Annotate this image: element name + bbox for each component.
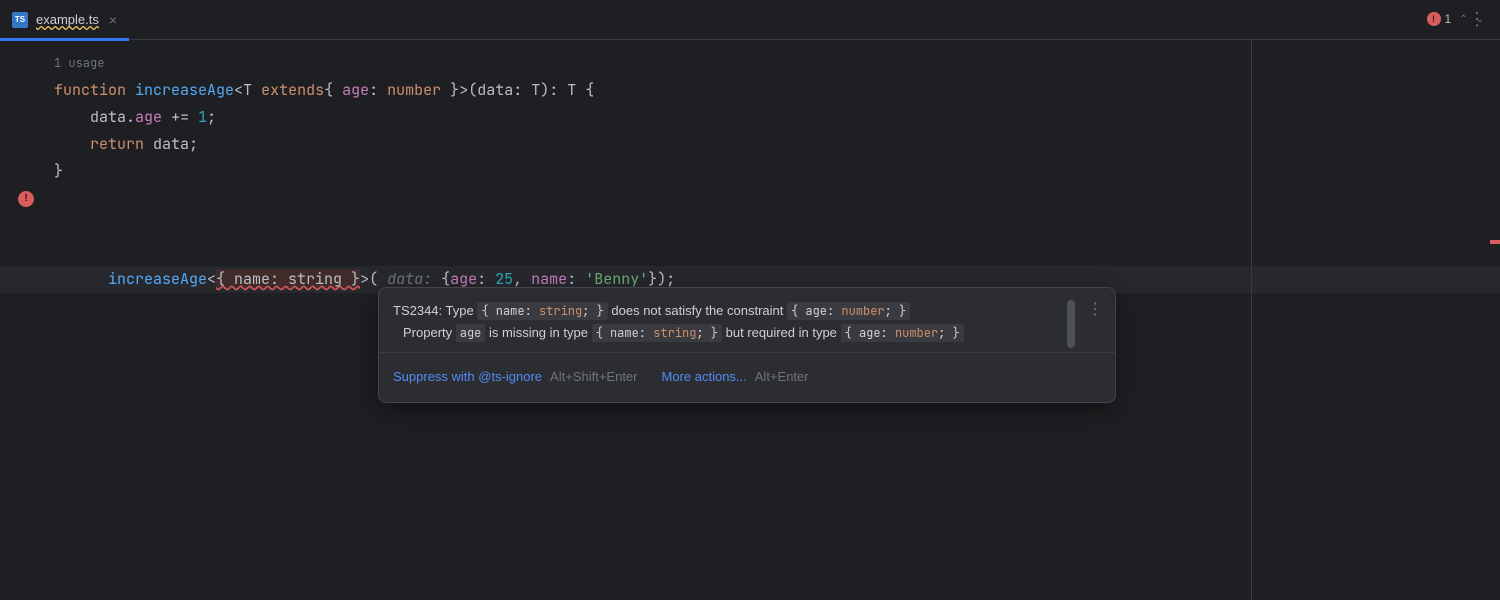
typescript-icon: TS — [12, 12, 28, 28]
more-actions-link[interactable]: More actions... — [662, 363, 747, 390]
tab-example-ts[interactable]: TS example.ts × — [0, 0, 129, 40]
prev-error-icon[interactable]: ⌃ — [1459, 14, 1467, 25]
error-icon: ! — [1427, 12, 1441, 26]
code-line — [52, 185, 1486, 212]
tooltip-scrollbar[interactable] — [1067, 300, 1075, 348]
tab-label: example.ts — [36, 12, 99, 27]
error-stripe-rail — [1486, 40, 1500, 600]
tooltip-body: ⋮ TS2344: Type { name: string; } does no… — [379, 288, 1115, 352]
code-line-error: increaseAge<{ name: string }>( data: {ag… — [52, 212, 1486, 239]
editor: ! 1 usage function increaseAge<T extends… — [0, 40, 1500, 600]
code-line: return data; — [52, 131, 1486, 158]
usage-hint[interactable]: 1 usage — [52, 50, 1486, 77]
code-line: } — [52, 158, 1486, 185]
tooltip-actions: Suppress with @ts-ignore Alt+Shift+Enter… — [379, 352, 1115, 402]
code-line: data.age += 1; — [52, 104, 1486, 131]
inspection-widget[interactable]: ! 1 ⌃ ⌄ — [1427, 12, 1484, 26]
tooltip-menu-icon[interactable]: ⋮ — [1087, 296, 1103, 323]
error-tooltip: ⋮ TS2344: Type { name: string; } does no… — [378, 287, 1116, 403]
code-line: function increaseAge<T extends{ age: num… — [52, 77, 1486, 104]
shortcut-label: Alt+Enter — [755, 363, 809, 390]
code-area[interactable]: 1 usage function increaseAge<T extends{ … — [52, 40, 1486, 600]
error-stripe-mark[interactable] — [1490, 240, 1500, 244]
gutter: ! — [0, 40, 52, 600]
tab-bar: TS example.ts × ⋮ — [0, 0, 1500, 40]
shortcut-label: Alt+Shift+Enter — [550, 363, 637, 390]
close-icon[interactable]: × — [109, 12, 117, 28]
error-bulb-icon[interactable]: ! — [18, 191, 34, 207]
suppress-link[interactable]: Suppress with @ts-ignore — [393, 363, 542, 390]
next-error-icon[interactable]: ⌄ — [1476, 14, 1484, 25]
error-count: 1 — [1445, 12, 1452, 26]
